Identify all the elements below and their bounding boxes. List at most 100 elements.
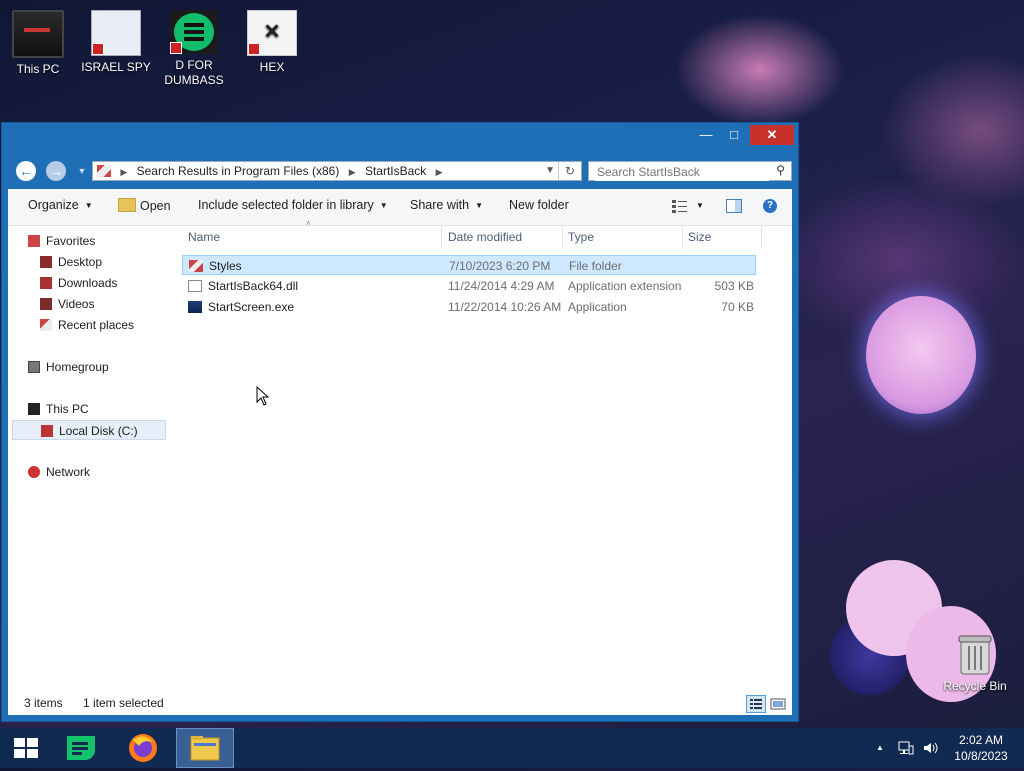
- back-button[interactable]: ←: [16, 161, 36, 181]
- command-bar: Organize ▼ Open Include selected folder i…: [8, 189, 792, 226]
- desktop-icon-hex[interactable]: ✕ HEX: [234, 10, 310, 75]
- organize-label: Organize: [28, 198, 79, 212]
- open-button[interactable]: Open: [118, 198, 171, 213]
- taskbar-app-chat[interactable]: [54, 728, 108, 768]
- mouse-cursor-icon: [256, 386, 270, 406]
- minimize-button[interactable]: —: [694, 125, 718, 145]
- nav-homegroup[interactable]: Homegroup: [28, 357, 109, 377]
- close-button[interactable]: ✕: [750, 125, 794, 145]
- desktop-icon-label: Recycle Bin: [943, 679, 1007, 693]
- status-bar: 3 items 1 item selected: [8, 691, 792, 715]
- file-date: 7/10/2023 6:20 PM: [449, 259, 551, 273]
- large-icons-view-icon[interactable]: [770, 696, 786, 712]
- search-icon[interactable]: ⚲: [776, 163, 785, 177]
- nav-favorites[interactable]: Favorites: [28, 231, 95, 251]
- column-header-date[interactable]: Date modified: [448, 225, 558, 249]
- organize-button[interactable]: Organize ▼: [28, 198, 93, 212]
- desktop-icon-israel-spy[interactable]: ISRAEL SPY: [78, 10, 154, 75]
- dll-file-icon: [188, 280, 202, 292]
- column-divider[interactable]: [761, 225, 762, 249]
- clock[interactable]: 2:02 AM 10/8/2023: [946, 732, 1016, 764]
- computer-icon: [28, 403, 40, 415]
- help-icon[interactable]: ?: [763, 199, 777, 213]
- column-header-name[interactable]: Name: [188, 225, 438, 249]
- preview-pane-icon[interactable]: [726, 199, 742, 213]
- nav-this-pc[interactable]: This PC: [28, 399, 89, 419]
- nav-downloads[interactable]: Downloads: [40, 273, 117, 293]
- column-header-type[interactable]: Type: [568, 225, 678, 249]
- hex-editor-icon: ✕: [247, 10, 297, 56]
- show-hidden-icons-button[interactable]: ▲: [876, 728, 884, 768]
- drive-icon: [41, 425, 53, 437]
- downloads-icon: [40, 277, 52, 289]
- arrow-left-icon: ←: [19, 163, 33, 179]
- folder-open-icon: [118, 198, 136, 212]
- file-name-cell: StartIsBack64.dll: [188, 276, 298, 296]
- recent-places-icon: [40, 319, 52, 331]
- desktop-icon-d-for-dumbass[interactable]: D FOR DUMBASS: [156, 10, 232, 88]
- nav-videos[interactable]: Videos: [40, 294, 94, 314]
- green-chat-icon: [67, 736, 95, 760]
- share-with-button[interactable]: Share with ▼: [410, 198, 483, 212]
- column-divider[interactable]: [441, 225, 442, 249]
- taskbar-app-file-explorer[interactable]: [176, 728, 234, 768]
- selection-count: 1 item selected: [83, 696, 164, 710]
- breadcrumb-startisback[interactable]: StartIsBack: [365, 164, 426, 178]
- explorer-window: — □ ✕ ← → ▼ ▶ Search Results in Program …: [1, 122, 799, 722]
- homegroup-icon: [28, 361, 40, 373]
- nav-label: Recent places: [58, 318, 135, 332]
- file-row[interactable]: StartScreen.exe 11/22/2014 10:26 AM Appl…: [182, 297, 756, 317]
- breadcrumb-separator-icon: ▶: [348, 167, 356, 177]
- view-options-dropdown-icon[interactable]: ▼: [696, 201, 704, 210]
- sort-indicator-icon: ˄: [306, 219, 311, 228]
- file-row[interactable]: Styles 7/10/2023 6:20 PM File folder: [182, 255, 756, 275]
- taskbar-app-firefox[interactable]: [116, 728, 170, 768]
- forward-button[interactable]: →: [46, 161, 66, 181]
- column-header-size[interactable]: Size: [688, 225, 758, 249]
- recent-locations-button[interactable]: ▼: [72, 161, 92, 181]
- start-button[interactable]: [14, 738, 38, 758]
- search-input[interactable]: [595, 163, 769, 181]
- item-count: 3 items: [24, 696, 63, 710]
- navigation-bar: ← → ▼ ▶ Search Results in Program Files …: [8, 157, 792, 185]
- details-view-icon[interactable]: [746, 695, 766, 713]
- chevron-down-icon: ▼: [475, 201, 483, 211]
- desktop-icon-recycle-bin[interactable]: Recycle Bin: [940, 632, 1010, 693]
- nav-local-disk[interactable]: Local Disk (C:): [12, 420, 166, 440]
- desktop-icon-label: ISRAEL SPY: [81, 60, 151, 74]
- maximize-button[interactable]: □: [722, 125, 746, 145]
- view-options-icon[interactable]: [672, 199, 688, 213]
- nav-recent-places[interactable]: Recent places: [40, 315, 134, 335]
- nav-network[interactable]: Network: [28, 462, 90, 482]
- file-row[interactable]: StartIsBack64.dll 11/24/2014 4:29 AM App…: [182, 276, 756, 296]
- title-bar[interactable]: — □ ✕: [2, 123, 798, 155]
- file-name: StartIsBack64.dll: [208, 279, 299, 293]
- network-tray-icon[interactable]: [898, 740, 914, 756]
- windows-logo-icon: [27, 749, 38, 758]
- new-folder-button[interactable]: New folder: [509, 198, 569, 212]
- address-dropdown-icon[interactable]: ▼: [545, 162, 555, 180]
- share-label: Share with: [410, 198, 470, 212]
- file-size: 70 KB: [721, 300, 754, 314]
- breadcrumb-separator-icon: ▶: [120, 167, 128, 177]
- green-chat-icon: [170, 10, 218, 54]
- column-divider[interactable]: [682, 225, 683, 249]
- file-type: File folder: [569, 259, 622, 273]
- clock-date: 10/8/2023: [954, 749, 1008, 763]
- nav-label: Local Disk (C:): [59, 424, 138, 438]
- file-size: 503 KB: [714, 279, 754, 293]
- include-in-library-button[interactable]: Include selected folder in library ▼: [198, 198, 388, 212]
- new-folder-label: New folder: [509, 198, 569, 212]
- nav-label: Desktop: [58, 255, 103, 269]
- breadcrumb-search-results[interactable]: Search Results in Program Files (x86): [137, 164, 340, 178]
- desktop-icon-this-pc[interactable]: This PC: [0, 10, 76, 77]
- file-name-cell: Styles: [189, 256, 242, 276]
- search-box[interactable]: ⚲: [588, 161, 792, 181]
- column-divider[interactable]: [562, 225, 563, 249]
- volume-icon[interactable]: [922, 740, 938, 756]
- refresh-icon[interactable]: ↻: [558, 162, 581, 180]
- address-bar[interactable]: ▶ Search Results in Program Files (x86) …: [92, 161, 582, 181]
- file-type: Application extension: [568, 279, 682, 293]
- desktop-icon-label: This PC: [16, 62, 60, 76]
- nav-desktop[interactable]: Desktop: [40, 252, 102, 272]
